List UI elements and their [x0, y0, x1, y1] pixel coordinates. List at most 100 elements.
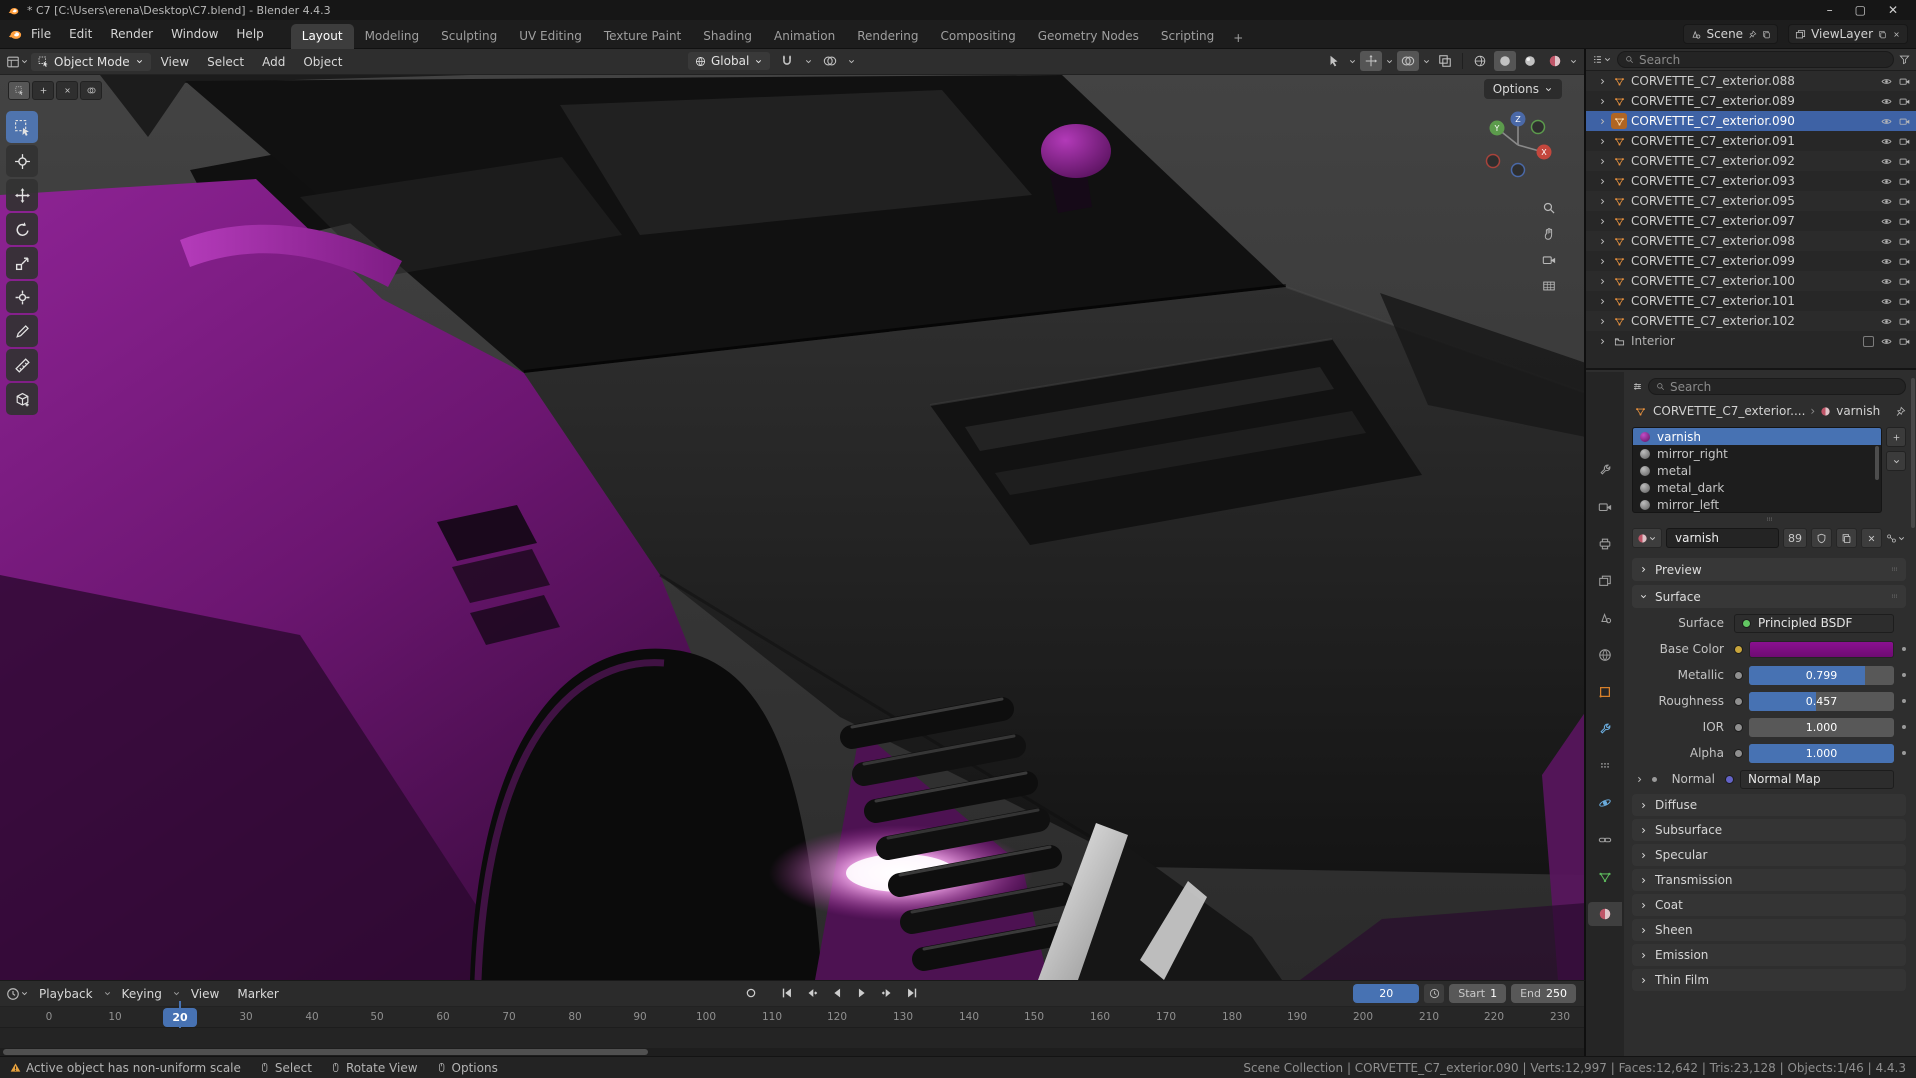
- menu-edit[interactable]: Edit: [60, 24, 101, 44]
- new-scene-icon[interactable]: [1762, 30, 1771, 39]
- expand-icon[interactable]: [1598, 177, 1607, 186]
- object-name[interactable]: CORVETTE_C7_exterior.099: [1631, 254, 1877, 268]
- maximize-button[interactable]: ▢: [1855, 3, 1866, 17]
- unlink-material-button[interactable]: [1861, 528, 1882, 548]
- ior-slider[interactable]: 1.000: [1749, 717, 1894, 737]
- visibility-chevron-icon[interactable]: [1348, 57, 1357, 66]
- shading-wireframe-button[interactable]: [1469, 51, 1491, 71]
- tab-modeling[interactable]: Modeling: [354, 24, 431, 49]
- play-reverse-button[interactable]: [826, 983, 848, 1003]
- tool-cursor[interactable]: [6, 145, 38, 177]
- roughness-slider[interactable]: 0.457: [1749, 691, 1894, 711]
- next-keyframe-button[interactable]: [876, 983, 898, 1003]
- hide-viewport-icon[interactable]: [1881, 76, 1892, 87]
- outliner-row[interactable]: CORVETTE_C7_exterior.097: [1586, 211, 1916, 231]
- object-name[interactable]: CORVETTE_C7_exterior.092: [1631, 154, 1877, 168]
- breadcrumb-object[interactable]: CORVETTE_C7_exterior....: [1653, 404, 1805, 418]
- prev-keyframe-button[interactable]: [801, 983, 823, 1003]
- playhead[interactable]: 20: [163, 1008, 197, 1027]
- alpha-slider[interactable]: 1.000: [1749, 743, 1894, 763]
- material-users-button[interactable]: 89: [1783, 528, 1807, 548]
- panel-drag-icon[interactable]: [1890, 592, 1899, 601]
- tab-output[interactable]: [1588, 532, 1622, 556]
- properties-display-icon[interactable]: [1632, 381, 1643, 392]
- expand-icon[interactable]: [1598, 137, 1607, 146]
- gizmo-neg-z[interactable]: [1510, 162, 1526, 178]
- expand-icon[interactable]: [1598, 237, 1607, 246]
- hide-viewport-icon[interactable]: [1881, 236, 1892, 247]
- normal-expand-icon[interactable]: [1632, 775, 1646, 784]
- viewport-menu-view[interactable]: View: [153, 52, 197, 72]
- close-button[interactable]: ✕: [1888, 3, 1898, 17]
- material-slot[interactable]: metal_dark: [1633, 479, 1881, 496]
- timeline-ruler[interactable]: 0 10 20 30 40 50 60 70 80 90 100 110 120…: [0, 1007, 1584, 1028]
- tool-transform[interactable]: [6, 281, 38, 313]
- outliner-row[interactable]: CORVETTE_C7_exterior.089: [1586, 91, 1916, 111]
- expand-icon[interactable]: [1598, 197, 1607, 206]
- show-overlays-toggle[interactable]: [1397, 51, 1419, 71]
- viewlayer-selector[interactable]: ViewLayer: [1788, 24, 1908, 44]
- disable-render-icon[interactable]: [1899, 76, 1910, 87]
- tab-constraints[interactable]: [1588, 828, 1622, 852]
- panel-sheen[interactable]: Sheen: [1632, 919, 1906, 941]
- camera-view-icon[interactable]: [1542, 253, 1556, 267]
- gizmo-neg-y[interactable]: [1530, 119, 1546, 135]
- tab-particles[interactable]: [1588, 754, 1622, 778]
- slot-list-scrollbar[interactable]: [1875, 446, 1879, 480]
- menu-window[interactable]: Window: [162, 24, 227, 44]
- snap-options-icon[interactable]: [804, 57, 813, 66]
- expand-icon[interactable]: [1598, 337, 1607, 346]
- panel-coat[interactable]: Coat: [1632, 894, 1906, 916]
- normal-map-field[interactable]: Normal Map: [1740, 769, 1894, 789]
- animate-dot[interactable]: [1902, 699, 1906, 703]
- object-name[interactable]: CORVETTE_C7_exterior.100: [1631, 274, 1877, 288]
- tab-animation[interactable]: Animation: [763, 24, 846, 49]
- outliner-collection-row[interactable]: Interior: [1586, 331, 1916, 351]
- expand-icon[interactable]: [1598, 257, 1607, 266]
- disable-render-icon[interactable]: [1899, 236, 1910, 247]
- outliner-row[interactable]: CORVETTE_C7_exterior.088: [1586, 71, 1916, 91]
- timeline-menu-keying[interactable]: Keying: [114, 984, 170, 1004]
- panel-subsurface[interactable]: Subsurface: [1632, 819, 1906, 841]
- tool-rotate[interactable]: [6, 213, 38, 245]
- jump-to-start-button[interactable]: [776, 983, 798, 1003]
- timeline-scrollbar[interactable]: [0, 1048, 1584, 1056]
- animate-dot[interactable]: [1902, 647, 1906, 651]
- outliner-row[interactable]: CORVETTE_C7_exterior.091: [1586, 131, 1916, 151]
- new-viewlayer-icon[interactable]: [1878, 30, 1887, 39]
- hide-viewport-icon[interactable]: [1881, 336, 1892, 347]
- properties-search-input[interactable]: Search: [1648, 378, 1906, 395]
- mode-dropdown[interactable]: Object Mode: [31, 52, 151, 71]
- expand-icon[interactable]: [1598, 217, 1607, 226]
- tab-render[interactable]: [1588, 495, 1622, 519]
- new-material-button[interactable]: [1836, 528, 1857, 548]
- material-slot-active[interactable]: varnish: [1633, 428, 1881, 445]
- disable-render-icon[interactable]: [1899, 316, 1910, 327]
- transform-orientation-dropdown[interactable]: Global: [688, 52, 771, 70]
- metallic-slider[interactable]: 0.799: [1749, 665, 1894, 685]
- navigation-gizmo[interactable]: Z X Y: [1478, 105, 1558, 185]
- object-name[interactable]: CORVETTE_C7_exterior.098: [1631, 234, 1877, 248]
- outliner-row[interactable]: CORVETTE_C7_exterior.101: [1586, 291, 1916, 311]
- material-slot[interactable]: mirror_left: [1633, 496, 1881, 512]
- material-specials-button[interactable]: [1886, 451, 1906, 471]
- viewport-menu-object[interactable]: Object: [295, 52, 350, 72]
- tab-texture-paint[interactable]: Texture Paint: [593, 24, 692, 49]
- material-slot[interactable]: mirror_right: [1633, 445, 1881, 462]
- collection-name[interactable]: Interior: [1631, 334, 1859, 348]
- outliner-editor-type-icon[interactable]: [1592, 54, 1612, 65]
- panel-specular[interactable]: Specular: [1632, 844, 1906, 866]
- hide-viewport-icon[interactable]: [1881, 296, 1892, 307]
- timeline-menu-view[interactable]: View: [183, 984, 227, 1004]
- disable-render-icon[interactable]: [1899, 196, 1910, 207]
- panel-transmission[interactable]: Transmission: [1632, 869, 1906, 891]
- timeline-menu-playback[interactable]: Playback: [31, 984, 101, 1004]
- expand-icon[interactable]: [1598, 297, 1607, 306]
- tool-scale[interactable]: [6, 247, 38, 279]
- tool-measure[interactable]: [6, 349, 38, 381]
- tab-uv-editing[interactable]: UV Editing: [508, 24, 593, 49]
- viewport-3d[interactable]: Object Mode View Select Add Object Globa…: [0, 49, 1586, 980]
- expand-icon[interactable]: [1598, 277, 1607, 286]
- animate-dot[interactable]: [1902, 673, 1906, 677]
- timeline-scrollbar-thumb[interactable]: [3, 1049, 648, 1055]
